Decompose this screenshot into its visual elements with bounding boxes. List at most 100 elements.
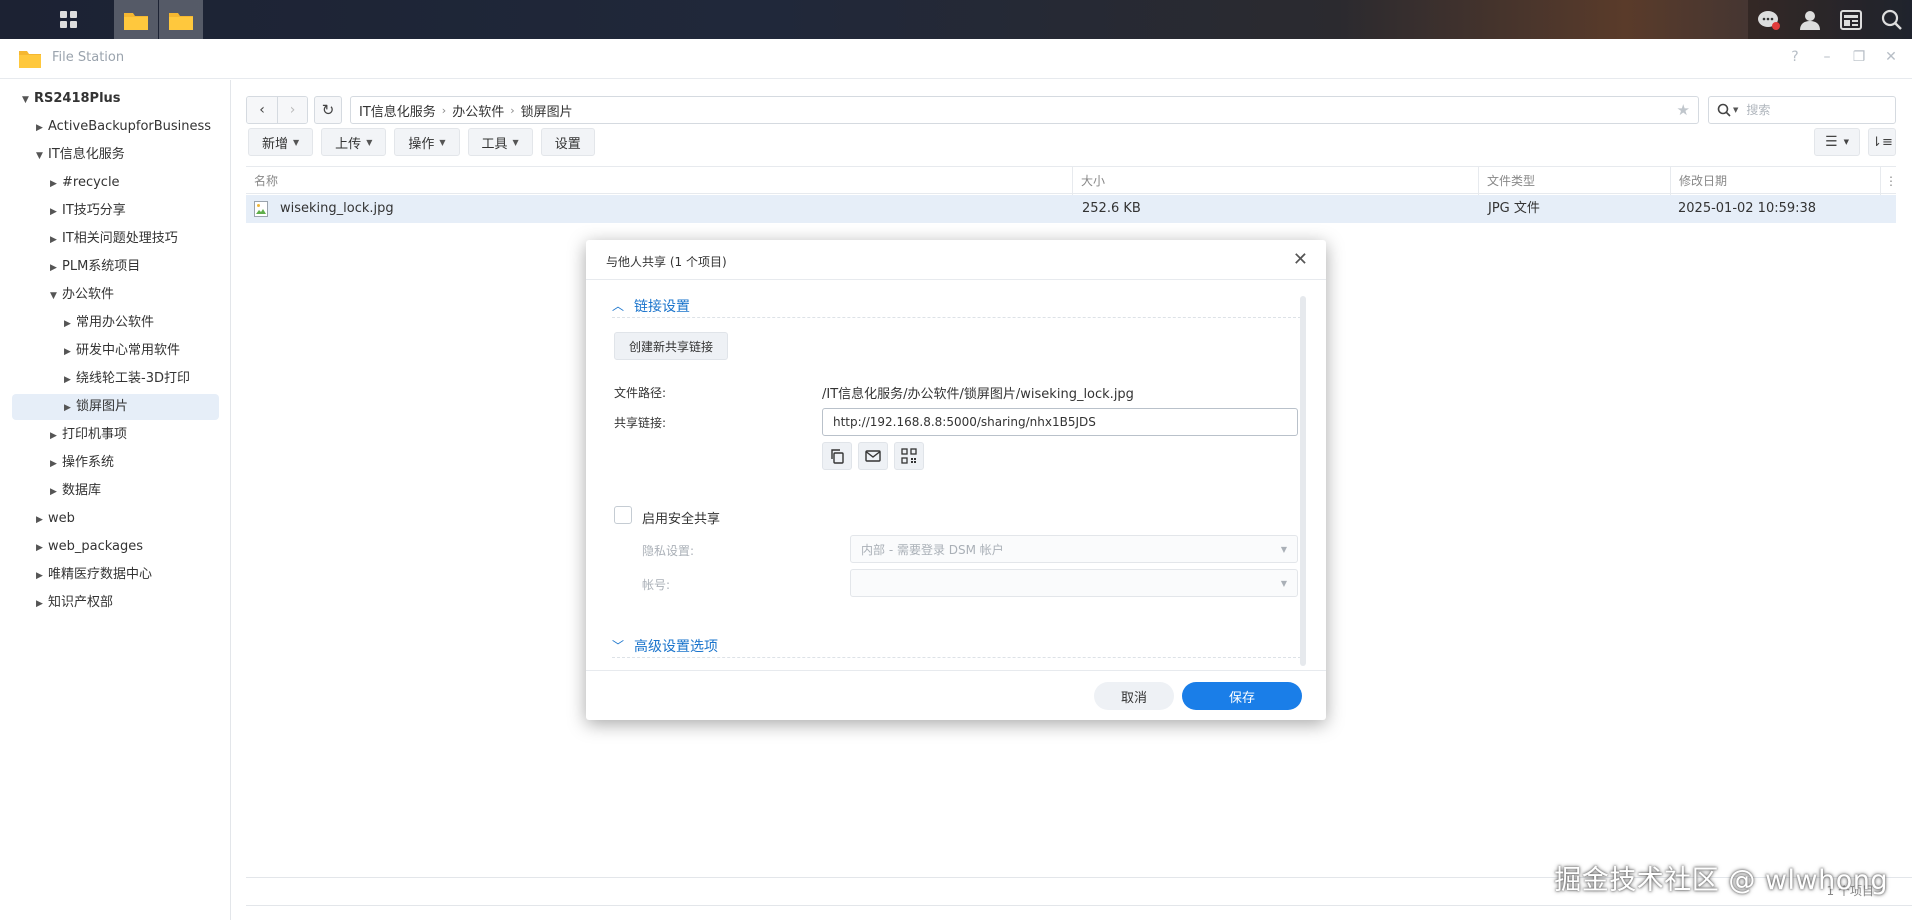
search-input[interactable]	[1744, 102, 1875, 118]
column-header-size[interactable]: 大小	[1072, 167, 1478, 195]
forward-button[interactable]: ›	[277, 97, 307, 123]
sidebar-item[interactable]: ▶ 数据库	[0, 478, 231, 504]
column-header-name[interactable]: 名称	[246, 167, 1072, 195]
tools-button[interactable]: 工具 ▼	[467, 128, 533, 156]
minimize-icon[interactable]: –	[1818, 49, 1836, 65]
view-mode-button[interactable]: ☰ ▼	[1814, 128, 1860, 156]
refresh-button[interactable]: ↻	[314, 96, 342, 124]
breadcrumb-segment[interactable]: IT信息化服务	[359, 101, 436, 120]
star-icon[interactable]: ★	[1677, 101, 1690, 119]
column-menu-icon[interactable]: ⋮	[1880, 167, 1897, 195]
create-share-link-button[interactable]: 创建新共享链接	[614, 332, 729, 360]
caret-right-icon[interactable]: ▶	[36, 115, 48, 141]
widgets-button[interactable]	[1830, 0, 1871, 39]
email-link-button[interactable]	[858, 442, 888, 470]
sidebar-item[interactable]: ▶ 知识产权部	[0, 590, 231, 616]
chevron-down-icon[interactable]: ▼	[1733, 106, 1738, 114]
breadcrumb[interactable]: IT信息化服务 › 办公软件 › 锁屏图片 ★	[350, 96, 1699, 124]
action-button[interactable]: 操作 ▼	[394, 128, 460, 156]
caret-right-icon[interactable]: ▶	[50, 479, 62, 505]
caret-down-icon[interactable]: ▼	[50, 283, 62, 309]
file-station-taskbar-button-2[interactable]	[159, 0, 203, 39]
caret-right-icon[interactable]: ▶	[50, 171, 62, 197]
column-header-type[interactable]: 文件类型	[1478, 167, 1670, 195]
caret-right-icon[interactable]: ▶	[50, 423, 62, 449]
create-button[interactable]: 新增 ▼	[248, 128, 314, 156]
sidebar-item[interactable]: ▶ 打印机事项	[0, 422, 231, 448]
caret-right-icon[interactable]: ▶	[64, 311, 76, 337]
sidebar-item[interactable]: ▶ web_packages	[0, 534, 231, 560]
sidebar-item[interactable]: ▼ IT信息化服务	[0, 142, 231, 168]
sidebar-item[interactable]: ▼ RS2418Plus	[0, 86, 231, 112]
caret-right-icon[interactable]: ▶	[50, 227, 62, 253]
sidebar-item[interactable]: ▶ IT技巧分享	[0, 198, 231, 224]
action-toolbar: 新增 ▼ 上传 ▼ 操作 ▼ 工具 ▼ 设置	[248, 128, 595, 156]
sidebar-item-label: 常用办公软件	[76, 315, 155, 330]
caret-down-icon[interactable]: ▼	[22, 87, 34, 113]
settings-button[interactable]: 设置	[540, 128, 595, 156]
search-box[interactable]: ▼	[1708, 96, 1896, 124]
caret-down-icon[interactable]: ▼	[36, 143, 48, 169]
sidebar-item[interactable]: ▶ ActiveBackupforBusiness	[0, 114, 231, 140]
caret-right-icon[interactable]: ▶	[50, 255, 62, 281]
widget-icon	[1839, 9, 1862, 30]
caret-right-icon[interactable]: ▶	[36, 507, 48, 533]
sidebar-item[interactable]: ▶ 操作系统	[0, 450, 231, 476]
back-button[interactable]: ‹	[247, 97, 277, 123]
caret-right-icon[interactable]: ▶	[36, 535, 48, 561]
copy-link-button[interactable]	[822, 442, 852, 470]
sidebar-item[interactable]: ▶ 唯精医疗数据中心	[0, 562, 231, 588]
dialog-scrollbar[interactable]	[1300, 296, 1306, 666]
qr-code-button[interactable]	[894, 442, 924, 470]
section-advanced-settings-label: 高级设置选项	[634, 638, 718, 655]
maximize-icon[interactable]: ❐	[1850, 49, 1868, 65]
sidebar-item[interactable]: ▶ web	[0, 506, 231, 532]
section-link-settings[interactable]: ︿ 链接设置	[612, 294, 1306, 318]
caret-right-icon[interactable]: ▶	[64, 395, 76, 421]
sidebar-item-label: ActiveBackupforBusiness	[48, 119, 212, 134]
user-button[interactable]	[1789, 0, 1830, 39]
secure-share-checkbox[interactable]	[614, 506, 632, 524]
table-row[interactable]: wiseking_lock.jpg 252.6 KB JPG 文件 2025-0…	[246, 195, 1896, 223]
sort-button[interactable]: ⇂≡	[1868, 128, 1896, 156]
refresh-icon: ↻	[321, 101, 335, 119]
sidebar-item[interactable]: ▼ 办公软件	[0, 282, 231, 308]
sidebar-item[interactable]: ▶ 绕线轮工装-3D打印	[0, 366, 231, 392]
chevron-down-icon: ▼	[1843, 138, 1849, 146]
section-advanced-settings[interactable]: ﹀ 高级设置选项	[612, 634, 1306, 658]
column-header-modified[interactable]: 修改日期	[1670, 167, 1880, 195]
save-button[interactable]: 保存	[1182, 682, 1302, 710]
upload-button[interactable]: 上传 ▼	[321, 128, 387, 156]
caret-right-icon[interactable]: ▶	[64, 367, 76, 393]
cancel-button[interactable]: 取消	[1094, 682, 1174, 710]
sidebar-item[interactable]: ▶ PLM系统项目	[0, 254, 231, 280]
caret-down-icon: ▼	[512, 137, 519, 147]
sidebar-item[interactable]: ▶ 研发中心常用软件	[0, 338, 231, 364]
notifications-button[interactable]	[1748, 0, 1789, 39]
privacy-select[interactable]: 内部 - 需要登录 DSM 帐户 ▼	[850, 535, 1298, 563]
file-type: JPG 文件	[1488, 201, 1540, 216]
breadcrumb-segment[interactable]: 办公软件	[452, 101, 504, 120]
file-station-taskbar-button[interactable]	[114, 0, 158, 39]
caret-right-icon[interactable]: ▶	[36, 563, 48, 589]
breadcrumb-segment[interactable]: 锁屏图片	[521, 101, 573, 120]
sidebar-item[interactable]: ▶ IT相关问题处理技巧	[0, 226, 231, 252]
global-search-button[interactable]	[1871, 0, 1912, 39]
help-icon[interactable]: ?	[1786, 49, 1804, 65]
caret-down-icon: ▼	[439, 137, 446, 147]
main-menu-button[interactable]	[47, 0, 91, 39]
privacy-select-value: 内部 - 需要登录 DSM 帐户	[861, 542, 1004, 557]
share-link-input[interactable]	[822, 408, 1298, 436]
sidebar-item-label: IT信息化服务	[48, 147, 125, 162]
close-window-icon[interactable]: ✕	[1882, 49, 1900, 65]
search-icon	[1881, 9, 1902, 30]
caret-right-icon[interactable]: ▶	[50, 199, 62, 225]
account-select[interactable]: ▼	[850, 569, 1298, 597]
sidebar-item[interactable]: ▶ #recycle	[0, 170, 231, 196]
sidebar-item[interactable]: ▶ 常用办公软件	[0, 310, 231, 336]
close-icon[interactable]: ✕	[1293, 249, 1308, 270]
caret-right-icon[interactable]: ▶	[50, 451, 62, 477]
caret-right-icon[interactable]: ▶	[64, 339, 76, 365]
sidebar-item[interactable]: ▶ 锁屏图片	[12, 394, 219, 420]
caret-right-icon[interactable]: ▶	[36, 591, 48, 617]
